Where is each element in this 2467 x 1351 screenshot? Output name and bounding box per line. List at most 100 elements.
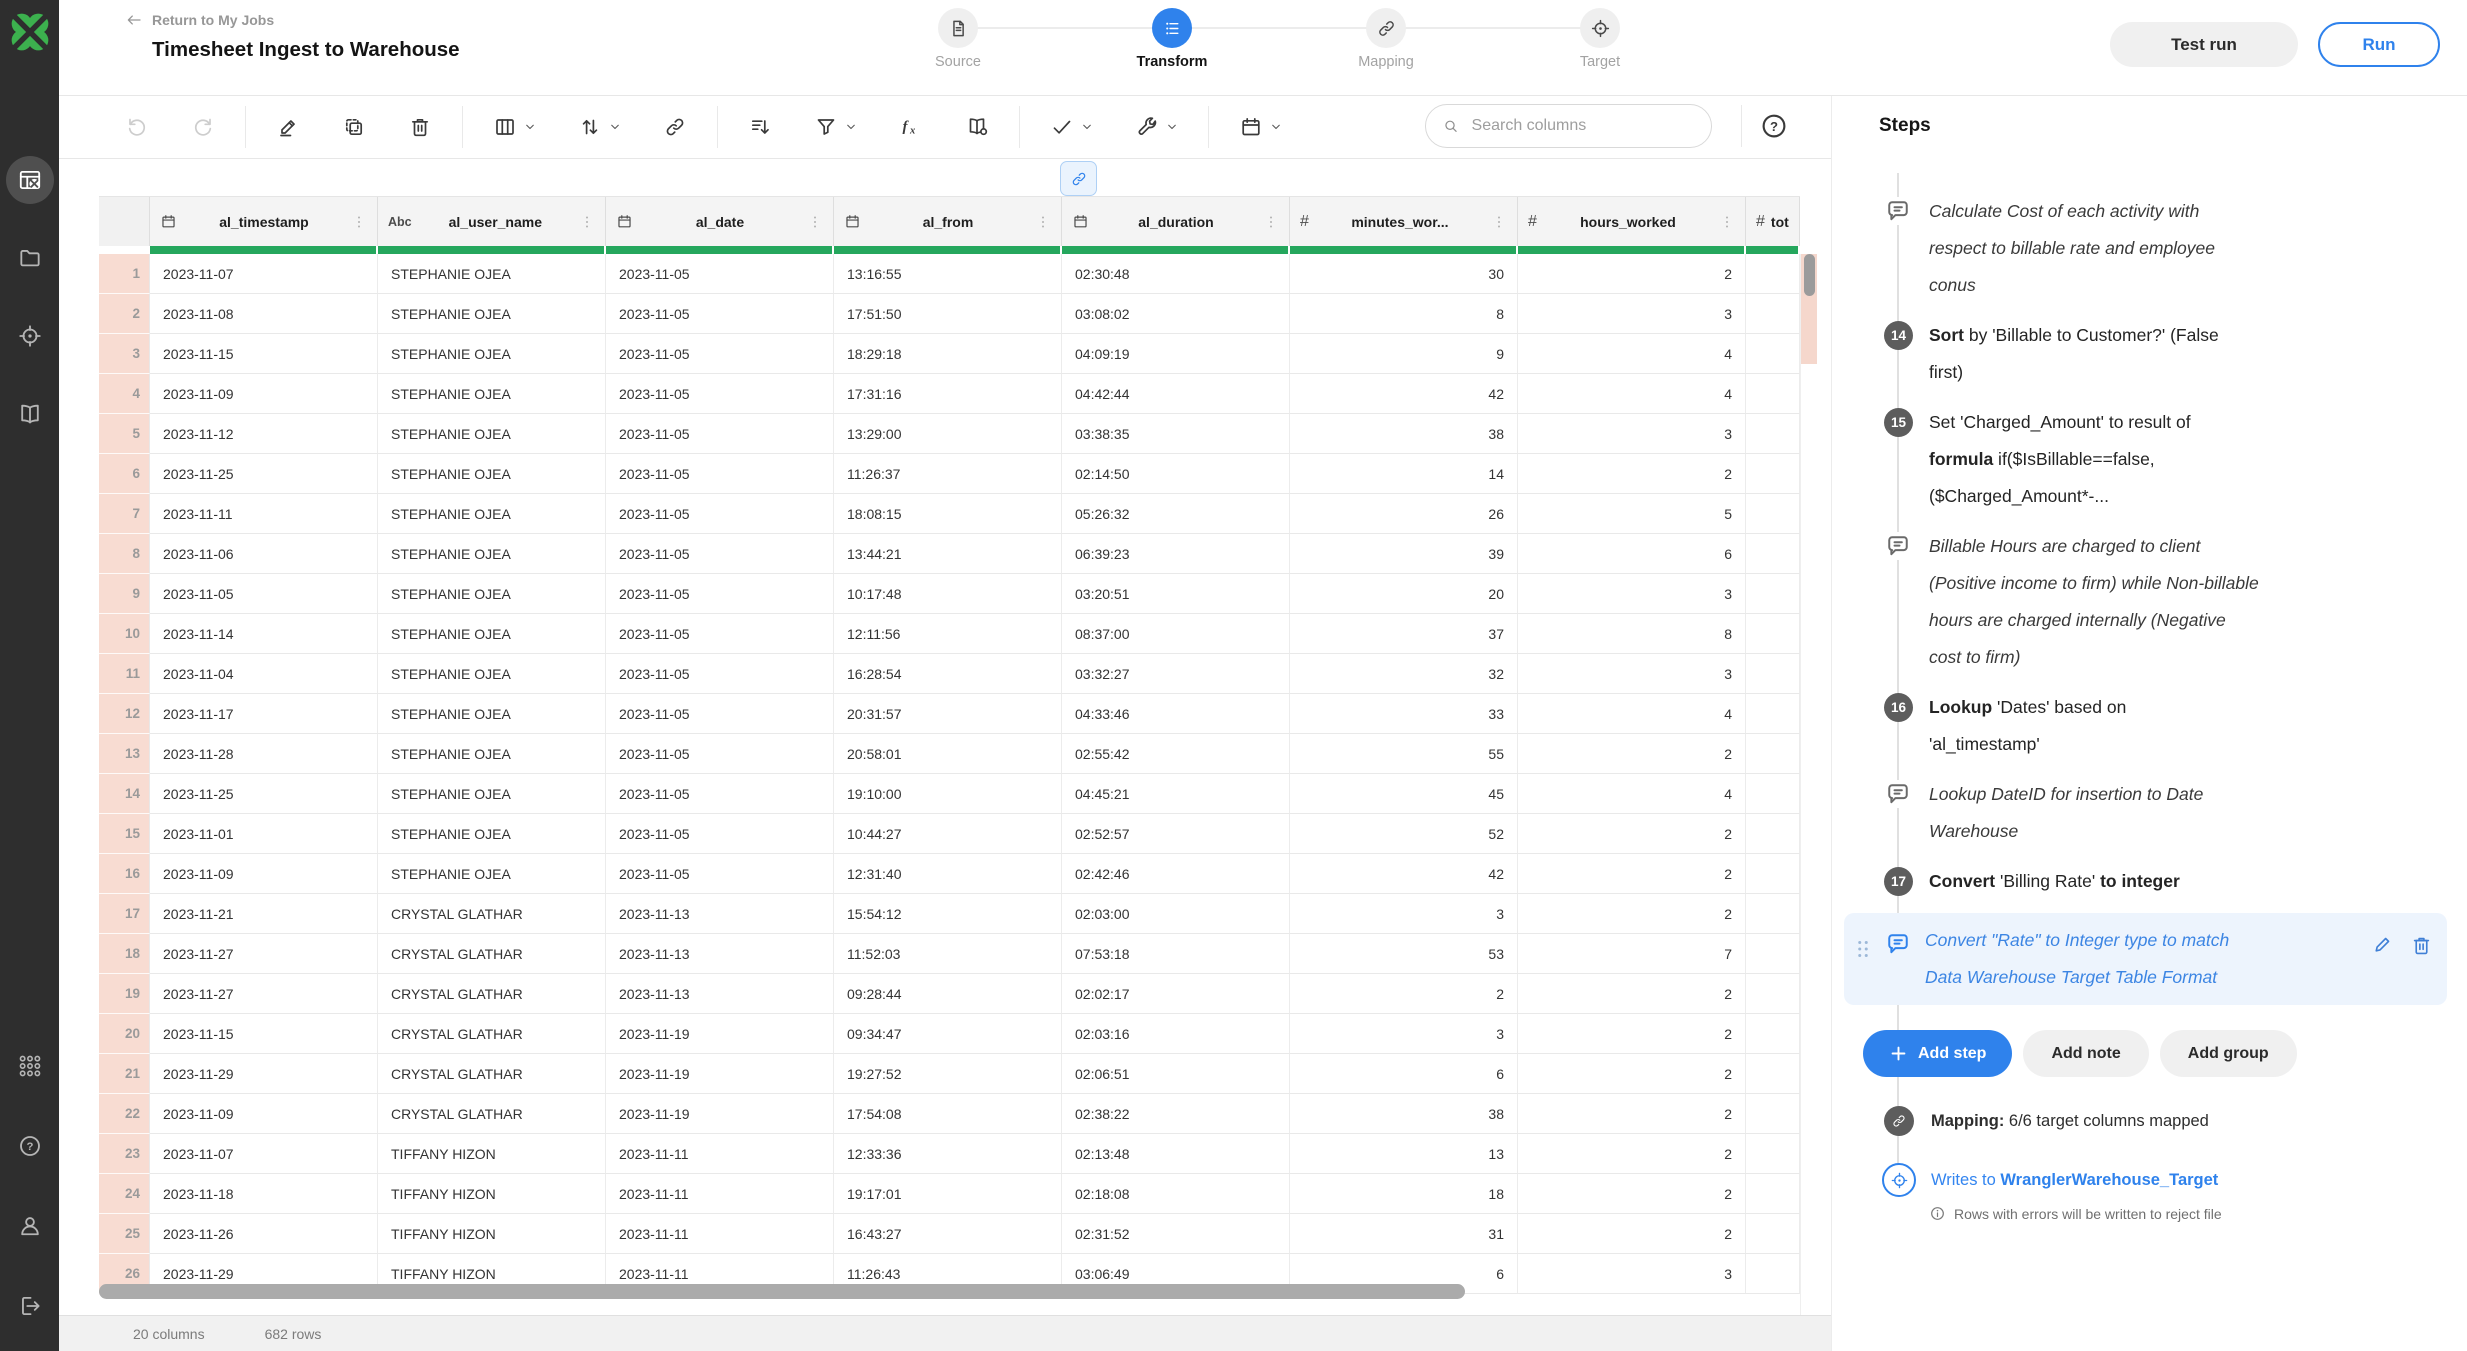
note-item[interactable]: Lookup DateID for insertion to DateWareh… xyxy=(1832,776,2467,850)
table-cell[interactable]: 08:37:00 xyxy=(1062,614,1290,654)
row-number[interactable]: 3 xyxy=(99,334,150,374)
table-cell[interactable] xyxy=(1746,694,1800,734)
drag-handle-icon[interactable] xyxy=(1850,932,1876,966)
table-cell[interactable]: 5 xyxy=(1518,494,1746,534)
step-item[interactable]: 14Sort by 'Billable to Customer?' (False… xyxy=(1832,317,2467,391)
table-cell[interactable] xyxy=(1746,374,1800,414)
table-cell[interactable]: 26 xyxy=(1290,494,1518,534)
table-cell[interactable]: 10:44:27 xyxy=(834,814,1062,854)
row-number[interactable]: 16 xyxy=(99,854,150,894)
row-number[interactable]: 4 xyxy=(99,374,150,414)
table-cell[interactable]: STEPHANIE OJEA xyxy=(378,854,606,894)
table-cell[interactable]: 17:31:16 xyxy=(834,374,1062,414)
nav-account[interactable] xyxy=(6,1202,54,1250)
table-cell[interactable]: STEPHANIE OJEA xyxy=(378,454,606,494)
lookup-button[interactable] xyxy=(944,105,1010,149)
table-cell[interactable]: 45 xyxy=(1290,774,1518,814)
table-cell[interactable]: 3 xyxy=(1518,1254,1746,1294)
table-cell[interactable]: 02:03:16 xyxy=(1062,1014,1290,1054)
table-cell[interactable]: 2023-11-05 xyxy=(606,294,834,334)
table-cell[interactable]: 2023-11-13 xyxy=(606,974,834,1014)
table-cell[interactable]: 8 xyxy=(1290,294,1518,334)
table-cell[interactable]: 2023-11-05 xyxy=(150,574,378,614)
table-cell[interactable]: 2023-11-05 xyxy=(606,414,834,454)
table-cell[interactable]: 16:43:27 xyxy=(834,1214,1062,1254)
table-cell[interactable]: 2023-11-25 xyxy=(150,454,378,494)
table-cell[interactable]: 2023-11-05 xyxy=(606,574,834,614)
table-cell[interactable]: 13:44:21 xyxy=(834,534,1062,574)
table-cell[interactable]: 20:58:01 xyxy=(834,734,1062,774)
nav-library[interactable] xyxy=(6,390,54,438)
row-number[interactable]: 20 xyxy=(99,1014,150,1054)
table-cell[interactable]: 13:16:55 xyxy=(834,254,1062,294)
table-cell[interactable]: 17:54:08 xyxy=(834,1094,1062,1134)
transform-tools-button[interactable] xyxy=(1114,105,1199,149)
nav-wrangler[interactable] xyxy=(6,156,54,204)
validate-button[interactable] xyxy=(1029,105,1114,149)
help-button[interactable]: ? xyxy=(1759,111,1789,141)
table-cell[interactable] xyxy=(1746,1214,1800,1254)
row-number[interactable]: 14 xyxy=(99,774,150,814)
table-cell[interactable]: 2023-11-19 xyxy=(606,1094,834,1134)
table-cell[interactable]: 2023-11-27 xyxy=(150,974,378,1014)
table-cell[interactable]: 12:33:36 xyxy=(834,1134,1062,1174)
table-cell[interactable]: 37 xyxy=(1290,614,1518,654)
row-number[interactable]: 25 xyxy=(99,1214,150,1254)
copy-button[interactable] xyxy=(321,105,387,149)
formula-button[interactable]: fx xyxy=(878,105,944,149)
table-cell[interactable]: STEPHANIE OJEA xyxy=(378,774,606,814)
table-cell[interactable] xyxy=(1746,334,1800,374)
add-group-button[interactable]: Add group xyxy=(2160,1030,2297,1077)
row-number[interactable]: 18 xyxy=(99,934,150,974)
delete-note-button[interactable] xyxy=(2410,934,2433,957)
table-cell[interactable]: 04:33:46 xyxy=(1062,694,1290,734)
column-header-al_duration[interactable]: al_duration xyxy=(1062,197,1290,246)
table-cell[interactable]: 19:10:00 xyxy=(834,774,1062,814)
table-cell[interactable]: 2023-11-05 xyxy=(606,494,834,534)
table-cell[interactable]: 2 xyxy=(1290,974,1518,1014)
table-cell[interactable]: 9 xyxy=(1290,334,1518,374)
step-item[interactable]: 15Set 'Charged_Amount' to result offormu… xyxy=(1832,404,2467,515)
table-cell[interactable]: 8 xyxy=(1518,614,1746,654)
table-cell[interactable] xyxy=(1746,814,1800,854)
table-cell[interactable]: 2023-11-11 xyxy=(606,1214,834,1254)
stepper-transform[interactable]: Transform xyxy=(1065,8,1279,70)
column-header-al_user_name[interactable]: Abcal_user_name xyxy=(378,197,606,246)
table-cell[interactable] xyxy=(1746,574,1800,614)
table-cell[interactable]: 03:32:27 xyxy=(1062,654,1290,694)
row-number[interactable]: 13 xyxy=(99,734,150,774)
table-cell[interactable]: 2 xyxy=(1518,814,1746,854)
table-cell[interactable]: 52 xyxy=(1290,814,1518,854)
table-cell[interactable]: 2023-11-21 xyxy=(150,894,378,934)
table-cell[interactable]: 02:38:22 xyxy=(1062,1094,1290,1134)
table-cell[interactable]: 2023-11-29 xyxy=(150,1054,378,1094)
stepper-source[interactable]: Source xyxy=(851,8,1065,70)
table-cell[interactable]: 2023-11-04 xyxy=(150,654,378,694)
table-cell[interactable]: 2023-11-07 xyxy=(150,1134,378,1174)
table-cell[interactable]: 3 xyxy=(1518,414,1746,454)
table-cell[interactable]: 2023-11-13 xyxy=(606,894,834,934)
table-cell[interactable]: 6 xyxy=(1518,534,1746,574)
table-cell[interactable]: 2023-11-05 xyxy=(606,814,834,854)
row-number[interactable]: 22 xyxy=(99,1094,150,1134)
selected-note-card[interactable]: Convert "Rate" to Integer type to matchD… xyxy=(1844,913,2447,1005)
table-cell[interactable]: 18:29:18 xyxy=(834,334,1062,374)
table-cell[interactable]: 19:27:52 xyxy=(834,1054,1062,1094)
search-columns-input[interactable] xyxy=(1470,116,1695,136)
test-run-button[interactable]: Test run xyxy=(2110,22,2298,67)
row-number[interactable]: 15 xyxy=(99,814,150,854)
table-cell[interactable]: 2023-11-05 xyxy=(606,774,834,814)
nav-sources[interactable] xyxy=(6,234,54,282)
table-cell[interactable]: 14 xyxy=(1290,454,1518,494)
table-cell[interactable]: 55 xyxy=(1290,734,1518,774)
table-cell[interactable]: 18:08:15 xyxy=(834,494,1062,534)
table-cell[interactable]: 20:31:57 xyxy=(834,694,1062,734)
table-cell[interactable]: 31 xyxy=(1290,1214,1518,1254)
column-header-al_from[interactable]: al_from xyxy=(834,197,1062,246)
table-cell[interactable]: 04:45:21 xyxy=(1062,774,1290,814)
table-cell[interactable]: 20 xyxy=(1290,574,1518,614)
table-cell[interactable]: 2023-11-11 xyxy=(606,1134,834,1174)
edit-button[interactable] xyxy=(255,105,321,149)
table-cell[interactable]: 2023-11-15 xyxy=(150,1014,378,1054)
row-number[interactable]: 10 xyxy=(99,614,150,654)
